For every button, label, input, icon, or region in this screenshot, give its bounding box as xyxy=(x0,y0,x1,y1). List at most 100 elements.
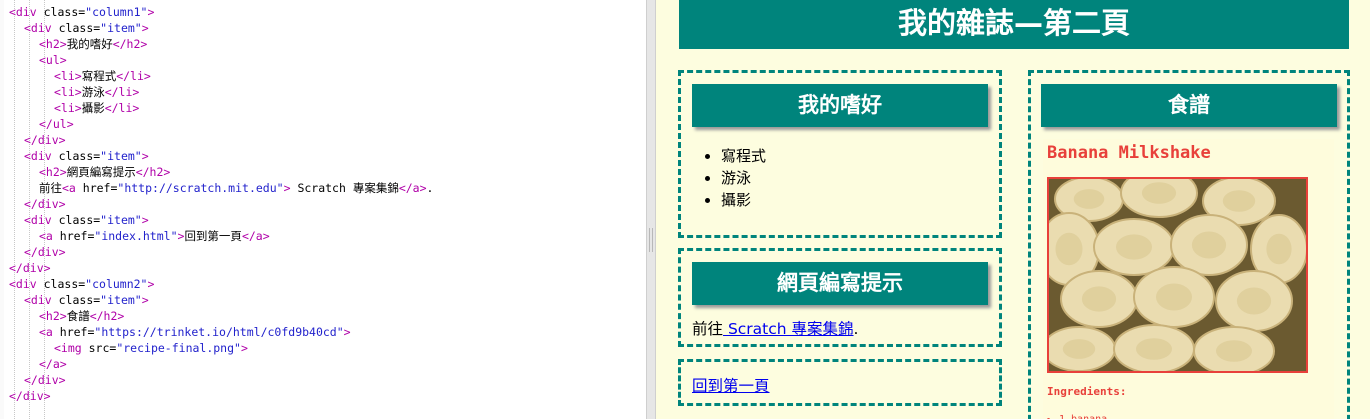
code-token: </a> xyxy=(398,181,427,195)
hobbies-list: 寫程式 游泳 攝影 xyxy=(681,145,766,211)
code-token: 游泳 xyxy=(81,85,105,99)
code-token: </div> xyxy=(24,133,66,147)
page-title: 我的雜誌—第二頁 xyxy=(679,0,1349,49)
code-line[interactable]: </div> xyxy=(24,196,66,212)
banana-slice-core xyxy=(1062,339,1096,359)
code-token: 寫程式 xyxy=(81,69,117,83)
code-token: href= xyxy=(59,325,95,339)
code-token: class= xyxy=(58,149,101,163)
hobbies-heading: 我的嗜好 xyxy=(692,84,988,127)
code-token: <ul> xyxy=(39,53,67,67)
code-line[interactable]: 前往<a href="http://scratch.mit.edu"> Scra… xyxy=(39,180,433,196)
code-token: "item" xyxy=(100,293,142,307)
code-line[interactable]: <div class="item"> xyxy=(24,212,149,228)
code-line[interactable]: <ul> xyxy=(39,52,67,68)
code-token: > xyxy=(141,21,149,35)
code-line[interactable]: <img src="recipe-final.png"> xyxy=(54,340,248,356)
code-line[interactable]: <h2>我的嗜好</h2> xyxy=(39,36,147,52)
banana-slice-core xyxy=(1191,231,1227,259)
code-token: "http://scratch.mit.edu" xyxy=(117,181,284,195)
code-token: "recipe-final.png" xyxy=(116,341,241,355)
code-token: </div> xyxy=(9,389,51,403)
code-line[interactable]: <h2>網頁編寫提示</h2> xyxy=(39,164,170,180)
recipe-link-image[interactable]: Banana Milkshake Ingredients: 1 banana xyxy=(1043,139,1334,419)
code-token: <a xyxy=(39,229,60,243)
recipe-card-title: Banana Milkshake xyxy=(1047,143,1211,163)
code-line[interactable]: <div class="item"> xyxy=(24,148,149,164)
code-token: href= xyxy=(59,229,95,243)
list-item: 寫程式 xyxy=(721,145,766,167)
code-token: <div xyxy=(9,277,44,291)
code-token: > xyxy=(343,325,351,339)
code-token: class= xyxy=(58,293,101,307)
code-token: class= xyxy=(58,213,101,227)
ingredients-list: 1 banana xyxy=(1059,409,1107,419)
code-token: href= xyxy=(82,181,118,195)
code-token: <img xyxy=(54,341,89,355)
code-line[interactable]: </div> xyxy=(24,132,66,148)
tips-item: 網頁編寫提示 前往 Scratch 專案集錦. xyxy=(678,248,1002,347)
recipe-heading: 食譜 xyxy=(1041,84,1337,127)
banana-slice-core xyxy=(1216,340,1252,362)
code-line[interactable]: <li>寫程式</li> xyxy=(54,68,151,84)
code-token: 食譜 xyxy=(66,309,90,323)
divider-grip-icon[interactable] xyxy=(649,228,653,252)
code-token: </li> xyxy=(104,85,140,99)
code-line[interactable]: <h2>食譜</h2> xyxy=(39,308,124,324)
code-line[interactable]: </div> xyxy=(9,260,51,276)
code-token: <li> xyxy=(54,101,82,115)
code-token: > xyxy=(283,181,291,195)
code-token: class= xyxy=(43,5,86,19)
code-token: > xyxy=(147,5,155,19)
code-token: </a> xyxy=(39,357,67,371)
code-token: </li> xyxy=(104,101,140,115)
banana-slice-core xyxy=(1081,286,1117,312)
code-token: "index.html" xyxy=(94,229,178,243)
code-token: > xyxy=(141,293,149,307)
code-line[interactable]: </div> xyxy=(9,388,51,404)
back-to-page-one-link[interactable]: 回到第一頁 xyxy=(692,377,770,395)
code-line[interactable]: <a href="https://trinket.io/html/c0fd9b4… xyxy=(39,324,351,340)
code-line[interactable]: </ul> xyxy=(39,116,74,132)
code-editor-pane[interactable]: <div class="column1"> <div class="item"> <… xyxy=(0,0,646,419)
banana-slice-core xyxy=(1116,234,1152,260)
code-token: > xyxy=(141,149,149,163)
code-line[interactable]: </div> xyxy=(24,244,66,260)
code-token: </div> xyxy=(24,373,66,387)
code-line[interactable]: <div class="column2"> xyxy=(9,276,154,292)
code-token: <h2> xyxy=(39,165,67,179)
code-token: </h2> xyxy=(112,37,148,51)
code-token: </a> xyxy=(241,229,270,243)
code-token: "item" xyxy=(100,149,142,163)
tips-prefix: 前往 xyxy=(692,320,724,338)
pane-divider[interactable] xyxy=(646,0,656,419)
code-line[interactable]: <div class="item"> xyxy=(24,292,149,308)
code-line[interactable]: </div> xyxy=(24,372,66,388)
code-token: > xyxy=(147,277,155,291)
code-token: <div xyxy=(24,293,59,307)
code-line[interactable]: <div class="item"> xyxy=(24,20,149,36)
code-token: <li> xyxy=(54,69,82,83)
tips-suffix: . xyxy=(853,320,859,338)
banana-slice-core xyxy=(1156,283,1192,311)
code-line[interactable]: <div class="column1"> xyxy=(9,4,154,20)
code-token: class= xyxy=(43,277,86,291)
code-token: <a xyxy=(39,325,60,339)
banana-slice-core xyxy=(1073,189,1105,209)
code-token: </ul> xyxy=(39,117,74,131)
code-line[interactable]: <li>游泳</li> xyxy=(54,84,139,100)
indent-guide xyxy=(14,0,15,419)
code-token: <div xyxy=(24,21,59,35)
code-token: Scratch 專案集錦 xyxy=(290,181,399,195)
code-line[interactable]: <a href="index.html">回到第一頁</a> xyxy=(39,228,270,244)
code-token: </div> xyxy=(24,245,66,259)
code-line[interactable]: <li>攝影</li> xyxy=(54,100,139,116)
tips-heading: 網頁編寫提示 xyxy=(692,262,988,305)
banana-photo xyxy=(1047,177,1308,373)
code-line[interactable]: </a> xyxy=(39,356,67,372)
code-token: . xyxy=(426,181,434,195)
code-token: <div xyxy=(24,213,59,227)
scratch-link[interactable]: Scratch 專案集錦 xyxy=(723,320,854,338)
code-token: </div> xyxy=(24,197,66,211)
code-token: <li> xyxy=(54,85,82,99)
